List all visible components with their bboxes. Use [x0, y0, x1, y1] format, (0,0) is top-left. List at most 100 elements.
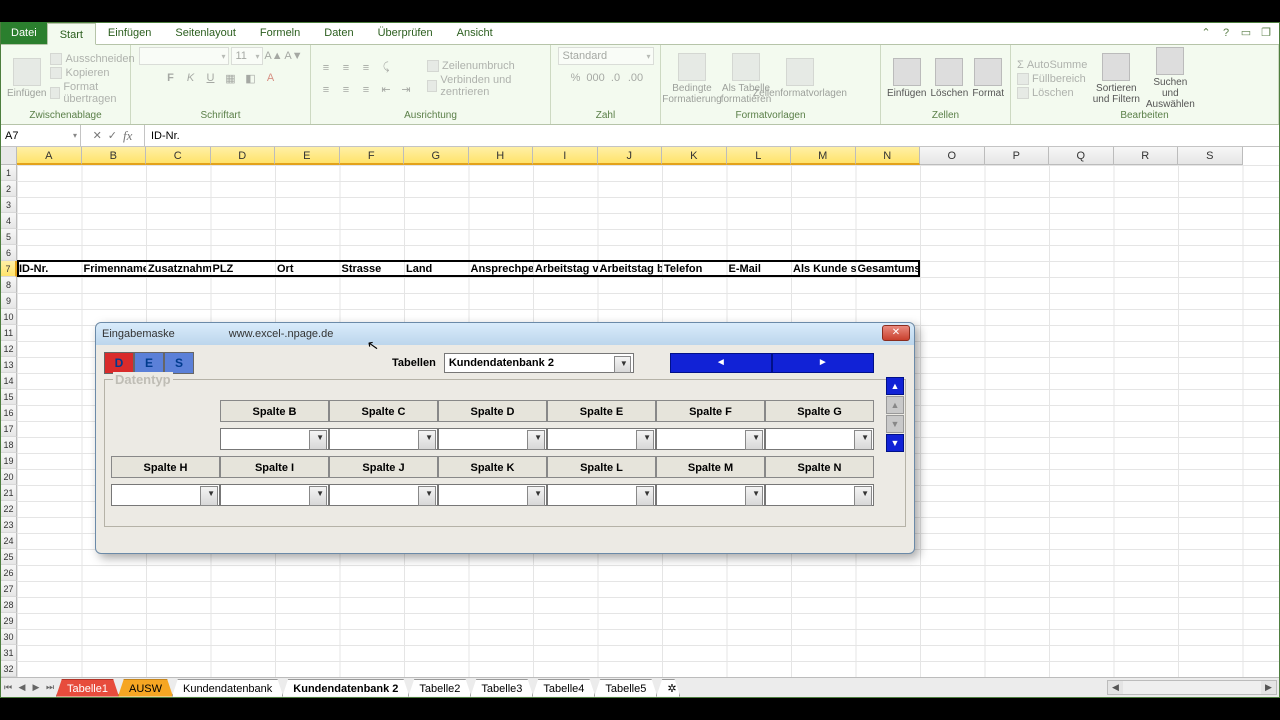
row-header[interactable]: 3	[1, 197, 17, 213]
copy-button[interactable]: Kopieren	[50, 67, 134, 79]
tab-start[interactable]: Start	[47, 23, 96, 45]
col-combo[interactable]	[547, 484, 656, 506]
row-header[interactable]: 23	[1, 517, 17, 533]
column-header[interactable]: N	[856, 147, 921, 165]
tab-daten[interactable]: Daten	[312, 22, 365, 44]
cell-styles-button[interactable]: Zellenformatvorlagen	[775, 58, 825, 99]
underline-button[interactable]: U	[202, 69, 220, 87]
column-header[interactable]: J	[598, 147, 663, 165]
header-cell[interactable]: Telefon	[662, 263, 727, 275]
font-family-select[interactable]	[139, 47, 229, 65]
nav-next-button[interactable]: ►	[772, 353, 874, 373]
border-button[interactable]: ▦	[222, 69, 240, 87]
tab-nav-prev-icon[interactable]: ◀	[15, 680, 29, 696]
row-header[interactable]: 25	[1, 549, 17, 565]
row-header[interactable]: 13	[1, 357, 17, 373]
col-combo[interactable]	[765, 428, 874, 450]
row-header[interactable]: 8	[1, 277, 17, 293]
column-header[interactable]: Q	[1049, 147, 1114, 165]
col-combo[interactable]	[329, 484, 438, 506]
column-header[interactable]: M	[791, 147, 856, 165]
tab-einfuegen[interactable]: Einfügen	[96, 22, 163, 44]
column-header[interactable]: G	[404, 147, 469, 165]
fill-color-button[interactable]: ◧	[242, 69, 260, 87]
column-header[interactable]: L	[727, 147, 792, 165]
sheet-tab[interactable]: Tabelle4	[532, 679, 595, 697]
row-header[interactable]: 17	[1, 421, 17, 437]
name-box[interactable]: A7	[1, 125, 81, 146]
tab-nav-first-icon[interactable]: ⏮	[1, 680, 15, 696]
font-size-select[interactable]: 11	[231, 47, 263, 65]
column-header[interactable]: O	[920, 147, 985, 165]
tabellen-select[interactable]: Kundendatenbank 2	[444, 353, 634, 373]
mode-s-button[interactable]: S	[164, 352, 194, 374]
row-header[interactable]: 4	[1, 213, 17, 229]
header-cell[interactable]: PLZ	[211, 263, 276, 275]
row-header[interactable]: 5	[1, 229, 17, 245]
delete-cells-button[interactable]: Löschen	[930, 58, 968, 99]
find-select-button[interactable]: Suchen und Auswählen	[1145, 47, 1195, 110]
row-header[interactable]: 12	[1, 341, 17, 357]
tab-seitenlayout[interactable]: Seitenlayout	[163, 22, 248, 44]
header-cell[interactable]: ID-Nr.	[17, 263, 82, 275]
col-combo[interactable]	[656, 484, 765, 506]
fill-button[interactable]: Füllbereich	[1017, 73, 1087, 85]
autosum-button[interactable]: ΣAutoSumme	[1017, 59, 1087, 71]
row-header[interactable]: 15	[1, 389, 17, 405]
window-max-icon[interactable]: ❐	[1259, 26, 1273, 40]
decrease-font-icon[interactable]: A▼	[285, 47, 303, 65]
spin-mid-down[interactable]: ▼	[886, 415, 904, 433]
clear-button[interactable]: Löschen	[1017, 87, 1087, 99]
cut-button[interactable]: Ausschneiden	[50, 53, 134, 65]
wrap-text-button[interactable]: Zeilenumbruch	[427, 60, 544, 72]
row-header[interactable]: 14	[1, 373, 17, 389]
nav-prev-button[interactable]: ◄	[670, 353, 772, 373]
format-cells-button[interactable]: Format	[972, 58, 1004, 99]
sort-filter-button[interactable]: Sortieren und Filtern	[1091, 53, 1141, 105]
sheet-tab[interactable]: AUSW	[118, 679, 173, 697]
column-header[interactable]: H	[469, 147, 534, 165]
header-cell[interactable]: Arbeitstag von	[533, 263, 598, 275]
select-all-corner[interactable]	[1, 147, 17, 165]
sheet-tab[interactable]: Tabelle5	[594, 679, 657, 697]
row-header[interactable]: 28	[1, 597, 17, 613]
mode-d-button[interactable]: D	[104, 352, 134, 374]
row-header[interactable]: 26	[1, 565, 17, 581]
header-cell[interactable]: Strasse	[340, 263, 405, 275]
merge-center-button[interactable]: Verbinden und zentrieren	[427, 74, 544, 98]
fx-icon[interactable]: fx	[123, 128, 132, 144]
row-header[interactable]: 29	[1, 613, 17, 629]
col-combo[interactable]	[438, 428, 547, 450]
row-header[interactable]: 32	[1, 661, 17, 677]
formula-input[interactable]: ID-Nr.	[145, 125, 1279, 146]
column-header[interactable]: B	[82, 147, 147, 165]
column-header[interactable]: F	[340, 147, 405, 165]
column-header[interactable]: R	[1114, 147, 1179, 165]
italic-button[interactable]: K	[182, 69, 200, 87]
col-combo[interactable]	[329, 428, 438, 450]
row-header[interactable]: 20	[1, 469, 17, 485]
horizontal-scrollbar[interactable]: ◀▶	[1107, 680, 1277, 695]
row-header[interactable]: 10	[1, 309, 17, 325]
column-header[interactable]: S	[1178, 147, 1243, 165]
enter-icon[interactable]: ✓	[108, 129, 117, 142]
tab-formeln[interactable]: Formeln	[248, 22, 312, 44]
row-header[interactable]: 31	[1, 645, 17, 661]
col-combo[interactable]	[220, 428, 329, 450]
header-cell[interactable]: Frimenname	[82, 263, 147, 275]
col-combo[interactable]	[220, 484, 329, 506]
header-cell[interactable]: Ansprechper	[469, 263, 534, 275]
col-combo[interactable]	[765, 484, 874, 506]
sheet-tab[interactable]: Tabelle3	[470, 679, 533, 697]
sheet-tab[interactable]: Kundendatenbank	[172, 679, 283, 697]
tab-ansicht[interactable]: Ansicht	[445, 22, 505, 44]
row-header[interactable]: 7	[1, 261, 17, 277]
row-header[interactable]: 9	[1, 293, 17, 309]
column-header[interactable]: I	[533, 147, 598, 165]
header-cell[interactable]: E-Mail	[727, 263, 792, 275]
col-combo[interactable]	[111, 484, 220, 506]
col-combo[interactable]	[438, 484, 547, 506]
format-painter-button[interactable]: Format übertragen	[50, 81, 134, 105]
tab-ueberpruefen[interactable]: Überprüfen	[366, 22, 445, 44]
column-header[interactable]: E	[275, 147, 340, 165]
